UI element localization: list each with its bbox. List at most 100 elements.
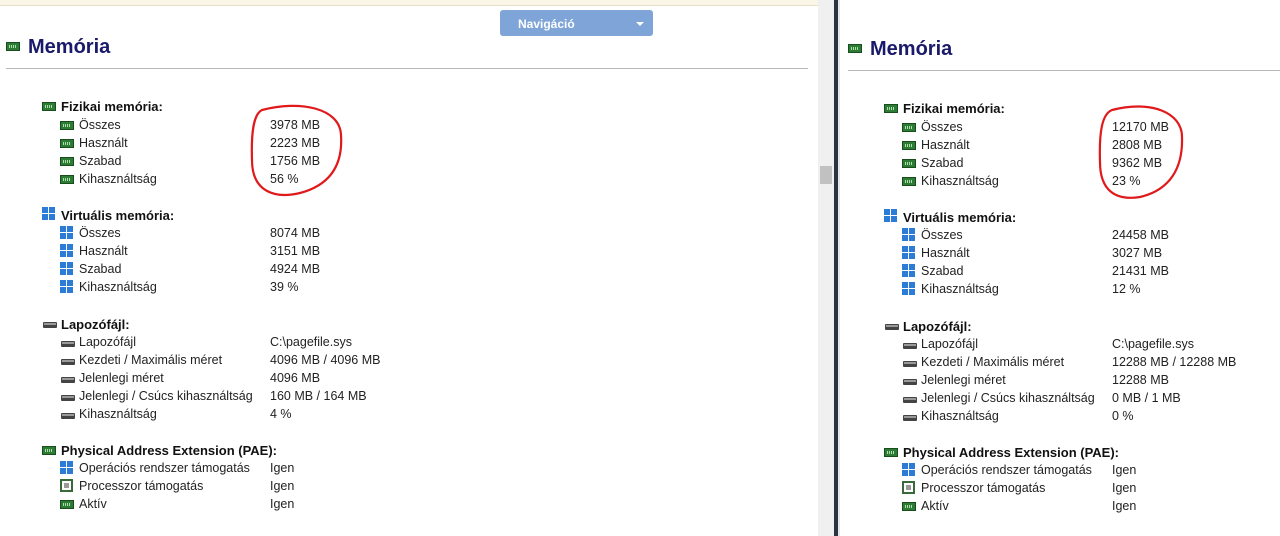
pagefile-usage-label: Kihasználtság [79,407,157,421]
virtual-free-label: Szabad [79,262,122,276]
virtual-total-value: 8074 MB [270,226,321,240]
right-memory-panel: Memória Fizikai memória: Összes 12170 MB… [840,0,1280,536]
virtual-used-label: Használt [79,244,128,258]
windows-icon [60,226,74,240]
pagefile-path-value: C:\pagefile.sys [270,335,352,349]
memory-icon [902,159,916,168]
memory-icon [902,502,916,511]
pae-header: Physical Address Extension (PAE): [61,443,278,458]
disk-icon [903,343,917,349]
memory-icon [60,157,74,166]
memory-icon [60,175,74,184]
memory-icon [42,102,56,111]
disk-icon [885,324,899,330]
page-title: Memória [28,36,111,58]
caret-down-icon [636,22,644,26]
memory-icon [902,177,916,186]
pagefile-current-size-label: Jelenlegi méret [921,373,1006,387]
disk-icon [61,395,75,401]
windows-icon [902,463,916,477]
processor-icon [60,479,73,492]
processor-icon [902,481,915,494]
pagefile-path-label: Lapozófájl [79,335,136,349]
windows-icon [60,461,74,475]
memory-icon [42,446,56,455]
memory-icon [884,448,898,457]
pae-cpu-support-label: Processzor támogatás [921,481,1046,495]
physical-free-label: Szabad [79,154,122,168]
windows-icon [902,246,916,260]
pagefile-usage-value: 0 % [1112,409,1134,423]
virtual-total-label: Összes [79,226,121,240]
pae-cpu-support-value: Igen [1112,481,1137,495]
title-divider [848,70,1280,71]
navigation-dropdown-button[interactable]: Navigáció [500,10,653,36]
physical-free-value: 9362 MB [1112,156,1163,170]
virtual-used-label: Használt [921,246,970,260]
pagefile-path-label: Lapozófájl [921,337,978,351]
disk-icon [61,377,75,383]
pagefile-initial-max-label: Kezdeti / Maximális méret [921,355,1065,369]
pagefile-initial-max-value: 4096 MB / 4096 MB [270,353,381,367]
pae-header: Physical Address Extension (PAE): [903,445,1120,460]
pagefile-current-size-value: 12288 MB [1112,373,1169,387]
physical-used-value: 2223 MB [270,136,321,150]
windows-icon [902,264,916,278]
pagefile-path-value: C:\pagefile.sys [1112,337,1194,351]
memory-icon [884,104,898,113]
disk-icon [61,359,75,365]
pagefile-usage-label: Kihasználtság [921,409,999,423]
memory-icon [6,42,20,51]
physical-total-value: 12170 MB [1112,120,1169,134]
memory-icon [60,121,74,130]
windows-icon [60,280,74,294]
pagefile-initial-max-label: Kezdeti / Maximális méret [79,353,223,367]
virtual-usage-value: 39 % [270,280,299,294]
page-title: Memória [870,38,953,60]
pagefile-current-peak-label: Jelenlegi / Csúcs kihasználtság [921,391,1095,405]
disk-icon [61,341,75,347]
pae-os-support-value: Igen [270,461,295,475]
virtual-memory-header: Virtuális memória: [61,208,175,223]
physical-total-label: Összes [921,120,963,134]
physical-total-value: 3978 MB [270,118,321,132]
pagefile-current-peak-value: 0 MB / 1 MB [1112,391,1181,405]
windows-icon [60,244,74,258]
pagefile-current-size-value: 4096 MB [270,371,321,385]
pae-os-support-value: Igen [1112,463,1137,477]
pae-active-value: Igen [270,497,295,511]
pae-cpu-support-value: Igen [270,479,295,493]
virtual-used-value: 3027 MB [1112,246,1163,260]
virtual-total-label: Összes [921,228,963,242]
windows-icon [902,228,916,242]
physical-usage-label: Kihasználtság [79,172,157,186]
memory-icon [60,500,74,509]
physical-memory-header: Fizikai memória: [61,99,163,114]
physical-free-label: Szabad [921,156,964,170]
physical-usage-value: 23 % [1112,174,1141,188]
windows-icon [902,282,916,296]
disk-icon [903,397,917,403]
disk-icon [903,361,917,367]
physical-used-value: 2808 MB [1112,138,1163,152]
pae-os-support-label: Operációs rendszer támogatás [921,463,1092,477]
physical-free-value: 1756 MB [270,154,321,168]
top-bar [0,0,818,6]
vertical-scrollbar[interactable] [818,0,834,536]
windows-icon [884,209,898,223]
memory-icon [848,44,862,53]
virtual-usage-label: Kihasználtság [921,282,999,296]
pae-active-label: Aktív [79,497,107,511]
physical-used-label: Használt [921,138,970,152]
scrollbar-thumb[interactable] [820,166,832,184]
virtual-usage-value: 12 % [1112,282,1141,296]
physical-memory-header: Fizikai memória: [903,101,1005,116]
disk-icon [903,415,917,421]
pagefile-current-peak-value: 160 MB / 164 MB [270,389,367,403]
windows-icon [60,262,74,276]
virtual-free-value: 4924 MB [270,262,321,276]
pae-active-value: Igen [1112,499,1137,513]
virtual-free-label: Szabad [921,264,964,278]
virtual-usage-label: Kihasználtság [79,280,157,294]
navigation-label: Navigáció [518,17,575,31]
